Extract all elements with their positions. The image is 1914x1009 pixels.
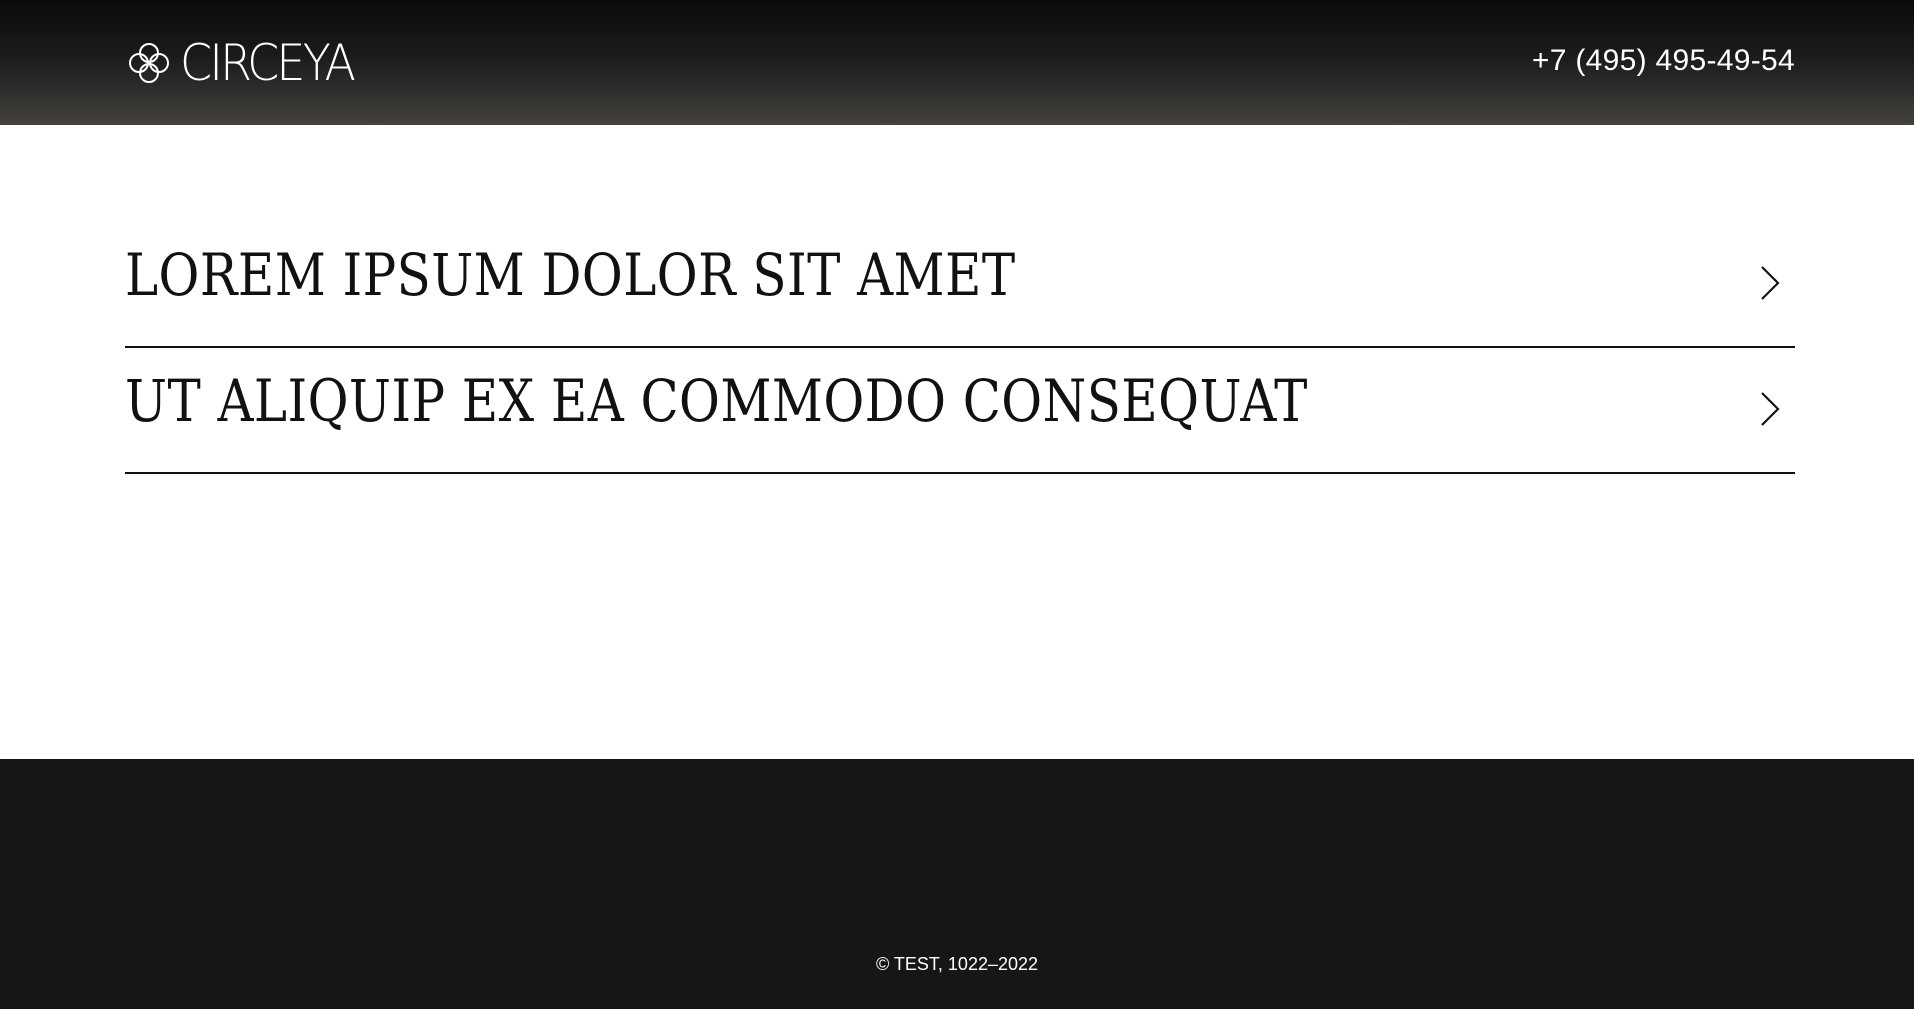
site-header: CIRCEYA +7 (495) 495-49-54 <box>0 0 1914 125</box>
list-item-label: UT ALIQUIP EX EA COMMODO CONSEQUAT <box>125 367 1308 435</box>
list-item-label: LOREM IPSUM DOLOR SIT AMET <box>125 241 1016 309</box>
link-list: LOREM IPSUM DOLOR SIT AMET UT ALIQUIP EX… <box>125 224 1795 476</box>
list-item-ut-aliquip[interactable]: UT ALIQUIP EX EA COMMODO CONSEQUAT <box>125 350 1795 474</box>
four-petal-flower-icon <box>129 43 169 83</box>
logo-link[interactable]: CIRCEYA <box>126 36 368 90</box>
logo-wordmark: CIRCEYA <box>180 34 356 92</box>
chevron-right-icon <box>1761 392 1780 426</box>
site-footer: © TEST, 1022–2022 <box>0 759 1914 1009</box>
list-item-lorem-ipsum[interactable]: LOREM IPSUM DOLOR SIT AMET <box>125 224 1795 348</box>
phone-link[interactable]: +7 (495) 495-49-54 <box>1532 40 1795 82</box>
copyright-text: © TEST, 1022–2022 <box>875 954 1039 974</box>
chevron-right-icon <box>1761 266 1780 300</box>
